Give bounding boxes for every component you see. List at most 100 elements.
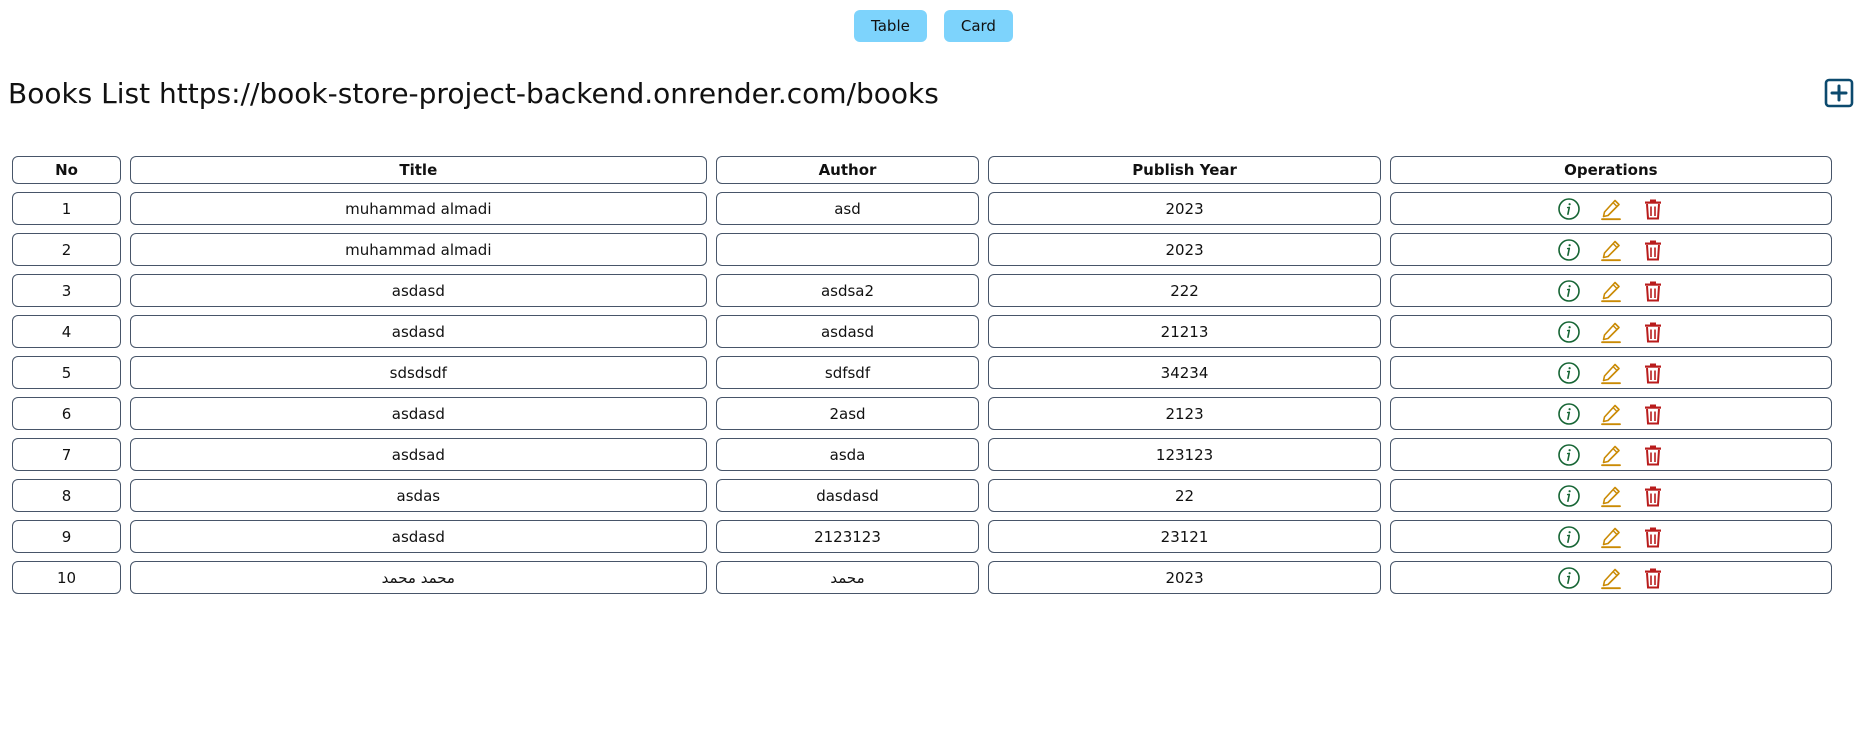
delete-button[interactable]	[1640, 401, 1666, 427]
info-button[interactable]	[1556, 360, 1582, 386]
cell-operations	[1389, 438, 1832, 471]
delete-button[interactable]	[1640, 483, 1666, 509]
info-circle-icon	[1558, 566, 1580, 589]
edit-button[interactable]	[1598, 319, 1624, 345]
cell-author: 2123123	[715, 520, 980, 553]
cell-operations	[1389, 479, 1832, 512]
info-button[interactable]	[1556, 483, 1582, 509]
edit-button[interactable]	[1598, 483, 1624, 509]
edit-pencil-icon	[1600, 486, 1621, 507]
trash-icon	[1644, 527, 1661, 547]
cell-operations	[1389, 356, 1832, 389]
edit-button[interactable]	[1598, 196, 1624, 222]
table-row: 3 asdasd asdsa2 222	[12, 274, 1832, 307]
info-circle-icon	[1558, 525, 1580, 548]
trash-icon	[1644, 363, 1661, 383]
column-header-no: No	[12, 156, 122, 184]
trash-icon	[1644, 486, 1661, 506]
table-header-row: No Title Author Publish Year Operations	[12, 156, 1832, 184]
trash-icon	[1644, 240, 1661, 260]
info-button[interactable]	[1556, 196, 1582, 222]
table-row: 6 asdasd 2asd 2123	[12, 397, 1832, 430]
cell-publish-year: 2023	[988, 233, 1381, 266]
delete-button[interactable]	[1640, 278, 1666, 304]
cell-no: 1	[12, 192, 122, 225]
cell-author	[715, 233, 980, 266]
info-circle-icon	[1558, 197, 1580, 220]
cell-publish-year: 222	[988, 274, 1381, 307]
cell-title: asdsad	[130, 438, 707, 471]
plus-square-icon	[1824, 78, 1854, 108]
cell-no: 7	[12, 438, 122, 471]
info-button[interactable]	[1556, 237, 1582, 263]
edit-button[interactable]	[1598, 524, 1624, 550]
table-row: 8 asdas dasdasd 22	[12, 479, 1832, 512]
page-title: Books List https://book-store-project-ba…	[8, 77, 939, 110]
cell-no: 3	[12, 274, 122, 307]
table-row: 4 asdasd asdasd 21213	[12, 315, 1832, 348]
cell-title: محمد محمد	[130, 561, 707, 594]
info-button[interactable]	[1556, 319, 1582, 345]
edit-button[interactable]	[1598, 442, 1624, 468]
delete-button[interactable]	[1640, 319, 1666, 345]
edit-button[interactable]	[1598, 237, 1624, 263]
info-button[interactable]	[1556, 278, 1582, 304]
edit-pencil-icon	[1600, 363, 1621, 384]
operations-group	[1391, 278, 1831, 304]
trash-icon	[1644, 404, 1661, 424]
info-circle-icon	[1558, 238, 1580, 261]
edit-button[interactable]	[1598, 565, 1624, 591]
cell-title: asdasd	[130, 274, 707, 307]
cell-author: dasdasd	[715, 479, 980, 512]
edit-button[interactable]	[1598, 401, 1624, 427]
delete-button[interactable]	[1640, 565, 1666, 591]
info-circle-icon	[1558, 320, 1580, 343]
cell-author: 2asd	[715, 397, 980, 430]
operations-group	[1391, 442, 1831, 468]
table-row: 10 محمد محمد محمد 2023	[12, 561, 1832, 594]
delete-button[interactable]	[1640, 524, 1666, 550]
cell-publish-year: 2023	[988, 561, 1381, 594]
edit-pencil-icon	[1600, 281, 1621, 302]
table-row: 1 muhammad almadi asd 2023	[12, 192, 1832, 225]
edit-pencil-icon	[1600, 404, 1621, 425]
add-book-button[interactable]	[1824, 78, 1854, 108]
cell-author: sdfsdf	[715, 356, 980, 389]
edit-pencil-icon	[1600, 527, 1621, 548]
card-view-button[interactable]: Card	[943, 10, 1013, 42]
delete-button[interactable]	[1640, 360, 1666, 386]
cell-publish-year: 2023	[988, 192, 1381, 225]
edit-pencil-icon	[1600, 240, 1621, 261]
operations-group	[1391, 565, 1831, 591]
cell-operations	[1389, 274, 1832, 307]
info-button[interactable]	[1556, 524, 1582, 550]
delete-button[interactable]	[1640, 196, 1666, 222]
table-view-button[interactable]: Table	[854, 10, 927, 42]
delete-button[interactable]	[1640, 237, 1666, 263]
column-header-publish-year: Publish Year	[988, 156, 1381, 184]
column-header-author: Author	[715, 156, 980, 184]
cell-no: 2	[12, 233, 122, 266]
info-circle-icon	[1558, 402, 1580, 425]
info-button[interactable]	[1556, 442, 1582, 468]
cell-publish-year: 22	[988, 479, 1381, 512]
cell-no: 8	[12, 479, 122, 512]
books-table: No Title Author Publish Year Operations …	[3, 148, 1841, 602]
table-row: 9 asdasd 2123123 23121	[12, 520, 1832, 553]
cell-author: محمد	[715, 561, 980, 594]
delete-button[interactable]	[1640, 442, 1666, 468]
view-toggle: Table Card	[0, 10, 1862, 42]
cell-author: asda	[715, 438, 980, 471]
cell-author: asdsa2	[715, 274, 980, 307]
info-button[interactable]	[1556, 401, 1582, 427]
column-header-operations: Operations	[1389, 156, 1832, 184]
table-row: 7 asdsad asda 123123	[12, 438, 1832, 471]
cell-operations	[1389, 397, 1832, 430]
edit-button[interactable]	[1598, 360, 1624, 386]
cell-title: asdasd	[130, 315, 707, 348]
operations-group	[1391, 524, 1831, 550]
table-body: 1 muhammad almadi asd 2023 2 muhammad al…	[12, 192, 1832, 594]
info-button[interactable]	[1556, 565, 1582, 591]
edit-pencil-icon	[1600, 445, 1621, 466]
edit-button[interactable]	[1598, 278, 1624, 304]
